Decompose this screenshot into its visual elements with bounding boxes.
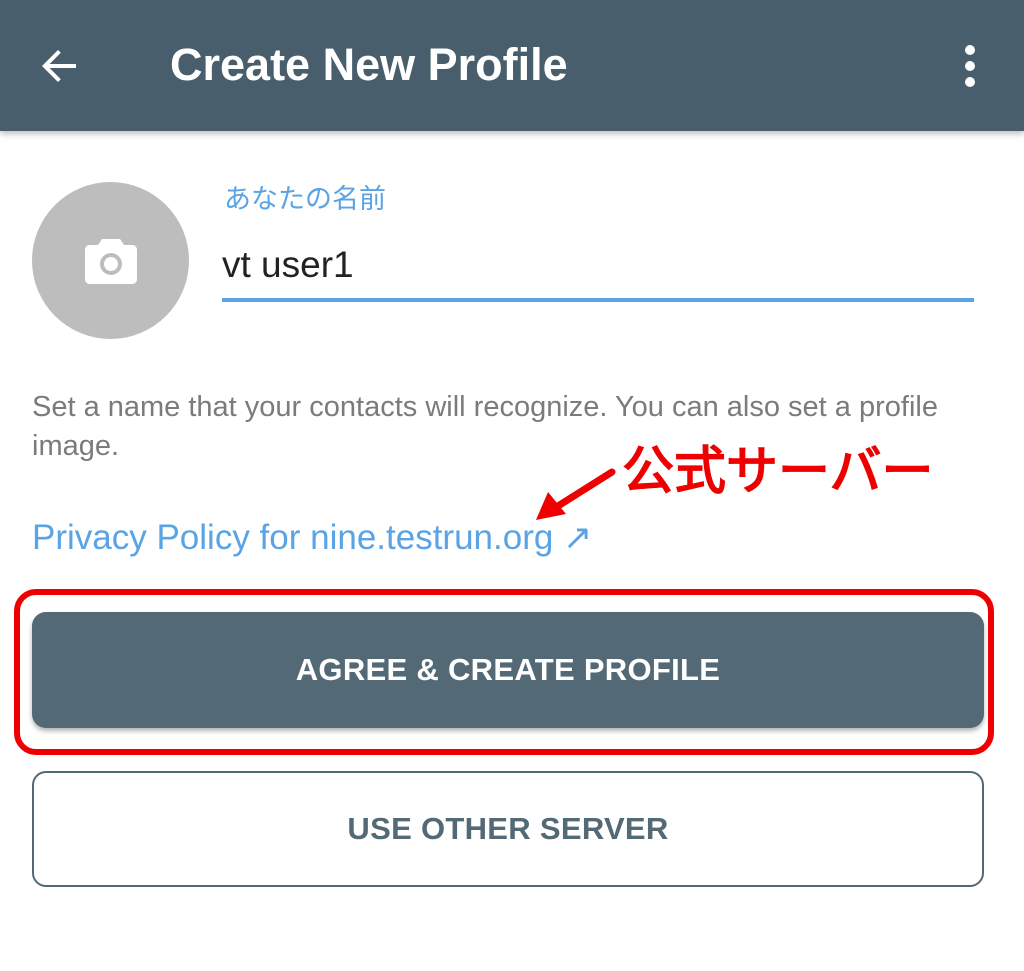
agree-create-profile-button[interactable]: AGREE & CREATE PROFILE xyxy=(32,612,984,728)
app-bar: Create New Profile xyxy=(0,0,1024,131)
name-input[interactable] xyxy=(222,238,974,302)
back-button[interactable] xyxy=(24,30,96,102)
more-vert-icon xyxy=(965,45,975,87)
annotation-label: 公式サーバー xyxy=(622,443,934,501)
page-title: Create New Profile xyxy=(170,39,568,90)
overflow-menu-button[interactable] xyxy=(940,30,1000,102)
arrow-back-icon xyxy=(42,50,76,82)
privacy-policy-link[interactable]: Privacy Policy for nine.testrun.org ↗ xyxy=(32,516,592,560)
camera-icon xyxy=(84,238,137,284)
create-profile-screen: Create New Profile あなたの名前 Set a name tha… xyxy=(0,0,1024,971)
avatar-picker[interactable] xyxy=(32,182,189,339)
name-field-label: あなたの名前 xyxy=(224,184,386,214)
use-other-server-button[interactable]: USE OTHER SERVER xyxy=(32,771,984,887)
